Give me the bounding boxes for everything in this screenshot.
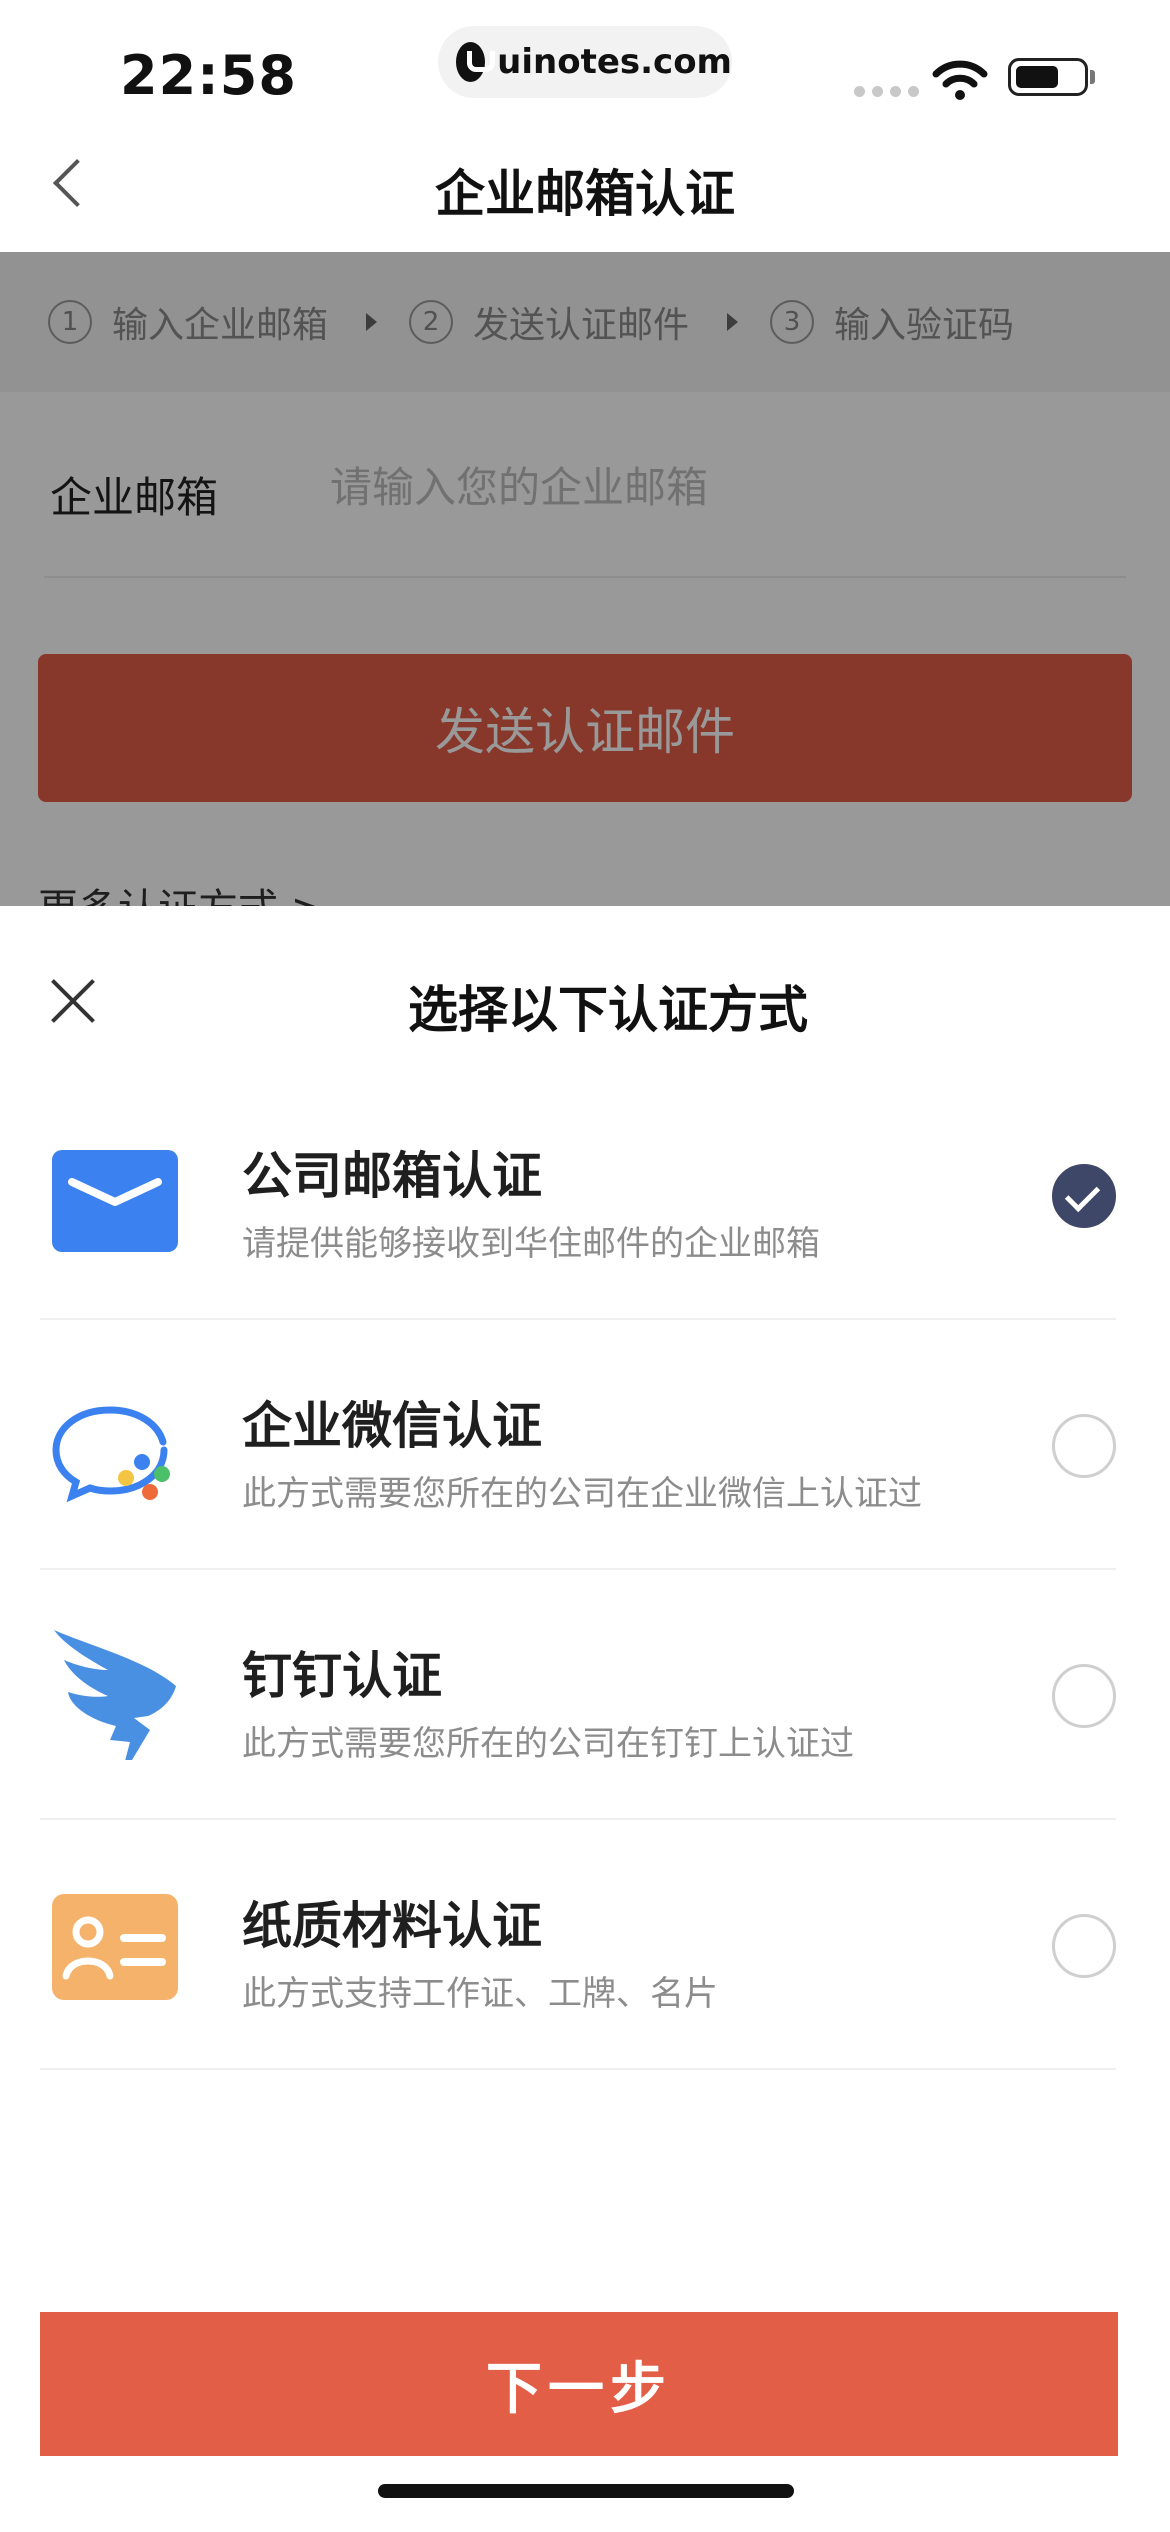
nav-bar: 企业邮箱认证: [0, 130, 1170, 252]
option-desc: 请提供能够接收到华住邮件的企业邮箱: [242, 1224, 820, 1264]
option-paper-material[interactable]: 纸质材料认证 此方式支持工作证、工牌、名片: [40, 1820, 1116, 2070]
option-desc: 此方式需要您所在的公司在钉钉上认证过: [242, 1724, 854, 1764]
option-desc: 此方式支持工作证、工牌、名片: [242, 1974, 718, 2014]
url-pill[interactable]: uinotes.com: [438, 26, 732, 98]
option-dingtalk[interactable]: 钉钉认证 此方式需要您所在的公司在钉钉上认证过: [40, 1570, 1116, 1820]
dingtalk-icon: [54, 1630, 176, 1760]
home-indicator: [378, 2484, 794, 2498]
auth-method-sheet: 选择以下认证方式 公司邮箱认证 请提供能够接收到华住邮件的企业邮箱 企业微信认证…: [0, 906, 1170, 2532]
site-logo-icon: [456, 42, 496, 82]
url-text: uinotes.com: [497, 42, 732, 82]
id-card-icon: [52, 1894, 178, 2000]
option-title: 钉钉认证: [242, 1647, 442, 1705]
radio-selected[interactable]: [1052, 1164, 1116, 1228]
status-time: 22:58: [120, 44, 297, 107]
wifi-icon: [932, 60, 988, 100]
option-wecom[interactable]: 企业微信认证 此方式需要您所在的公司在企业微信上认证过: [40, 1320, 1116, 1570]
option-title: 公司邮箱认证: [242, 1147, 542, 1205]
radio-unselected[interactable]: [1052, 1414, 1116, 1478]
next-step-button[interactable]: 下一步: [40, 2312, 1118, 2456]
battery-cap: [1090, 70, 1095, 84]
wecom-icon: [52, 1406, 170, 1503]
status-bar: 22:58 uinotes.com: [0, 0, 1170, 130]
option-title: 纸质材料认证: [242, 1897, 542, 1955]
option-title: 企业微信认证: [242, 1397, 542, 1455]
sheet-title: 选择以下认证方式: [408, 981, 808, 1039]
option-desc: 此方式需要您所在的公司在企业微信上认证过: [242, 1474, 922, 1514]
option-company-email[interactable]: 公司邮箱认证 请提供能够接收到华住邮件的企业邮箱: [40, 1070, 1116, 1320]
modal-backdrop[interactable]: [0, 252, 1170, 906]
page: 22:58 uinotes.com 企业邮箱认证 1 输入企业邮箱 2 发送认证…: [0, 0, 1170, 2532]
cellular-signal-icon: [854, 86, 919, 97]
mail-icon: [52, 1150, 178, 1252]
battery-icon: [1008, 58, 1088, 96]
radio-unselected[interactable]: [1052, 1664, 1116, 1728]
page-title: 企业邮箱认证: [435, 165, 735, 223]
radio-unselected[interactable]: [1052, 1914, 1116, 1978]
